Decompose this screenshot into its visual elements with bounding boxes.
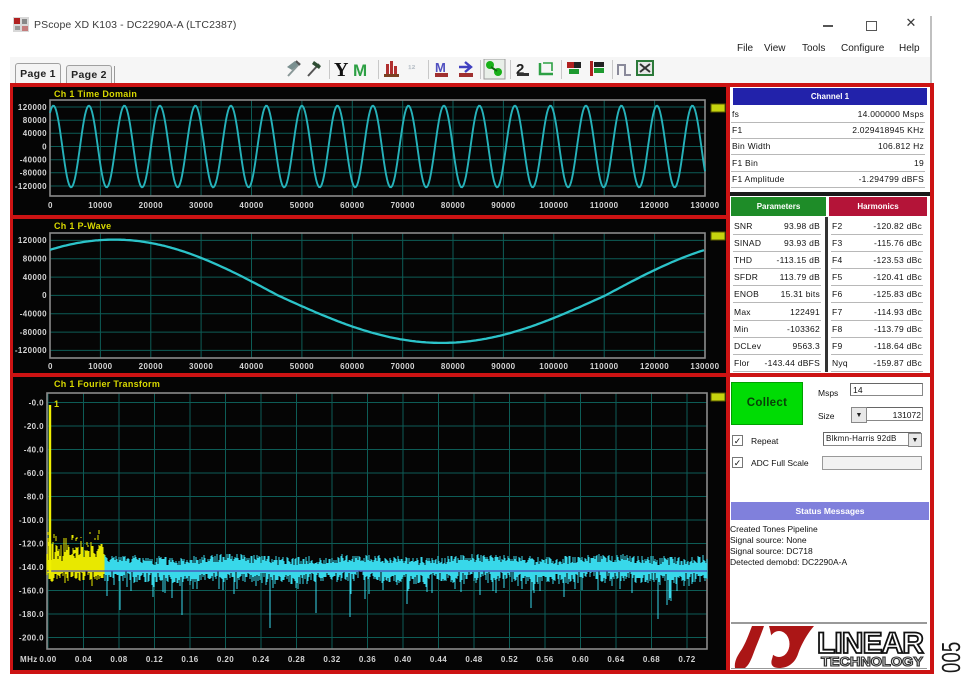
svg-text:Ch 1 P-Wave: Ch 1 P-Wave [54, 221, 111, 231]
svg-text:0.60: 0.60 [572, 655, 589, 664]
svg-text:-80000: -80000 [20, 169, 47, 178]
svg-text:40000: 40000 [23, 129, 47, 138]
svg-text:0.44: 0.44 [430, 655, 447, 664]
svg-text:80000: 80000 [441, 201, 465, 210]
svg-text:40000: 40000 [23, 273, 47, 282]
svg-text:-100.0: -100.0 [19, 516, 44, 525]
svg-text:-120000: -120000 [15, 346, 47, 355]
svg-text:10000: 10000 [88, 201, 112, 210]
svg-text:-60.0: -60.0 [24, 469, 44, 478]
svg-text:-40000: -40000 [20, 156, 47, 165]
svg-text:90000: 90000 [491, 201, 515, 210]
svg-text:100000: 100000 [539, 362, 568, 371]
svg-text:0.40: 0.40 [394, 655, 411, 664]
svg-text:40000: 40000 [239, 201, 263, 210]
svg-text:30000: 30000 [189, 201, 213, 210]
svg-text:0.16: 0.16 [181, 655, 198, 664]
svg-text:80000: 80000 [23, 116, 47, 125]
svg-text:0.36: 0.36 [359, 655, 376, 664]
svg-text:20000: 20000 [139, 362, 163, 371]
svg-text:120000: 120000 [18, 103, 47, 112]
svg-text:0.64: 0.64 [607, 655, 624, 664]
svg-text:0: 0 [42, 142, 47, 151]
svg-text:110000: 110000 [590, 362, 619, 371]
svg-text:110000: 110000 [590, 201, 619, 210]
svg-text:0.68: 0.68 [643, 655, 660, 664]
svg-text:0.08: 0.08 [110, 655, 127, 664]
svg-text:0.56: 0.56 [536, 655, 553, 664]
svg-text:20000: 20000 [139, 201, 163, 210]
svg-text:0.24: 0.24 [252, 655, 269, 664]
svg-text:-160.0: -160.0 [19, 586, 44, 595]
svg-text:100000: 100000 [539, 201, 568, 210]
svg-text:1: 1 [54, 399, 59, 409]
svg-text:50000: 50000 [290, 201, 314, 210]
svg-text:Ch 1 Fourier Transform: Ch 1 Fourier Transform [54, 379, 160, 389]
svg-text:-120000: -120000 [15, 182, 47, 191]
svg-text:40000: 40000 [239, 362, 263, 371]
svg-text:-140.0: -140.0 [19, 563, 44, 572]
svg-text:-20.0: -20.0 [24, 422, 44, 431]
svg-text:0: 0 [48, 362, 53, 371]
svg-text:-180.0: -180.0 [19, 610, 44, 619]
svg-text:-120.0: -120.0 [19, 539, 44, 548]
svg-text:M: M [353, 61, 367, 80]
svg-text:130000: 130000 [690, 362, 719, 371]
svg-text:MHz: MHz [20, 655, 38, 664]
svg-text:-80000: -80000 [20, 328, 47, 337]
svg-text:120000: 120000 [18, 236, 47, 245]
svg-text:60000: 60000 [340, 362, 364, 371]
svg-text:0: 0 [42, 291, 47, 300]
svg-text:-40000: -40000 [20, 310, 47, 319]
svg-text:90000: 90000 [491, 362, 515, 371]
svg-text:0.04: 0.04 [75, 655, 92, 664]
svg-text:130000: 130000 [690, 201, 719, 210]
svg-text:0.28: 0.28 [288, 655, 305, 664]
svg-text:50000: 50000 [290, 362, 314, 371]
svg-text:¹²: ¹² [408, 64, 416, 76]
svg-text:0.48: 0.48 [465, 655, 482, 664]
svg-text:10000: 10000 [88, 362, 112, 371]
svg-text:70000: 70000 [391, 362, 415, 371]
svg-text:0.12: 0.12 [146, 655, 163, 664]
svg-text:0.52: 0.52 [501, 655, 518, 664]
svg-text:0: 0 [48, 201, 53, 210]
svg-text:-0.0: -0.0 [29, 398, 45, 407]
svg-text:0.72: 0.72 [678, 655, 695, 664]
svg-text:-200.0: -200.0 [19, 633, 44, 642]
svg-text:-80.0: -80.0 [24, 492, 44, 501]
svg-text:Ch 1 Time Domain: Ch 1 Time Domain [54, 89, 137, 99]
svg-text:0.00: 0.00 [39, 655, 56, 664]
svg-text:120000: 120000 [640, 362, 669, 371]
svg-text:30000: 30000 [189, 362, 213, 371]
svg-text:M: M [435, 60, 446, 75]
svg-text:80000: 80000 [23, 255, 47, 264]
svg-text:0.20: 0.20 [217, 655, 234, 664]
svg-text:60000: 60000 [340, 201, 364, 210]
svg-text:Y: Y [334, 59, 349, 80]
svg-text:80000: 80000 [441, 362, 465, 371]
svg-text:0.32: 0.32 [323, 655, 340, 664]
svg-text:70000: 70000 [391, 201, 415, 210]
svg-text:TECHNOLOGY: TECHNOLOGY [821, 655, 924, 669]
svg-text:-40.0: -40.0 [24, 445, 44, 454]
svg-text:120000: 120000 [640, 201, 669, 210]
